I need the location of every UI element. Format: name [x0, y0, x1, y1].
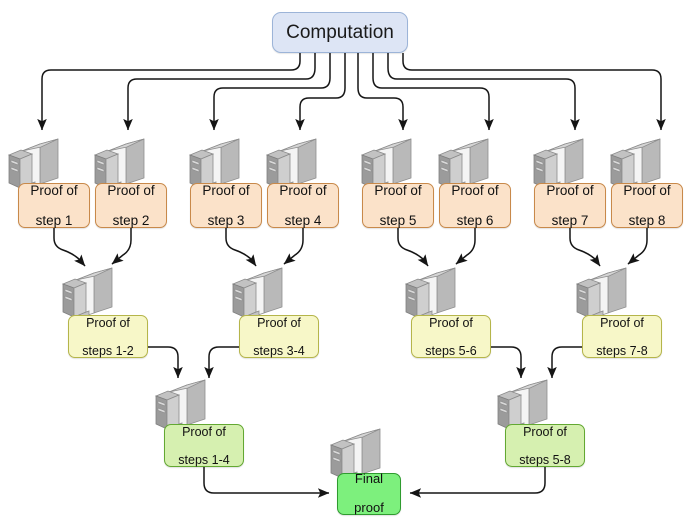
node-proof-step-3[interactable]: Proof of step 3 — [190, 183, 262, 228]
line2: steps 7-8 — [596, 343, 648, 358]
line1: Proof of — [107, 182, 155, 198]
node-proof-step-8[interactable]: Proof of step 8 — [611, 183, 683, 228]
line2: step 6 — [456, 213, 494, 229]
computation-to-steps-edges — [37, 53, 666, 131]
node-proof-step-1[interactable]: Proof of step 1 — [18, 183, 90, 228]
node-computation-label: Computation — [286, 21, 394, 43]
node-proof-steps-7-8[interactable]: Proof of steps 7-8 — [582, 315, 662, 358]
diagram-canvas: Computation Proof of step 1 Proof of ste… — [0, 0, 700, 528]
node-proof-step-6-label: Proof of step 6 — [451, 183, 498, 228]
node-final-proof-label: Final proof — [354, 472, 384, 516]
line1: Proof of — [182, 424, 226, 439]
line2: step 3 — [207, 213, 245, 229]
node-proof-step-4-label: Proof of step 4 — [279, 183, 326, 228]
steps-to-pairs-edges — [53, 228, 648, 267]
node-proof-steps-1-4[interactable]: Proof of steps 1-4 — [164, 424, 244, 467]
line2: step 1 — [35, 213, 73, 229]
line2: step 7 — [551, 213, 589, 229]
node-proof-step-5-label: Proof of step 5 — [374, 183, 421, 228]
node-proof-step-1-label: Proof of step 1 — [30, 183, 77, 228]
line1: Proof of — [451, 182, 499, 198]
line1: Proof of — [257, 315, 301, 330]
node-proof-steps-7-8-label: Proof of steps 7-8 — [596, 316, 647, 358]
pairs-to-quads-edges — [148, 346, 582, 379]
line1: Final — [354, 471, 384, 487]
node-proof-step-6[interactable]: Proof of step 6 — [439, 183, 511, 228]
line2: proof — [354, 500, 384, 516]
node-proof-step-5[interactable]: Proof of step 5 — [362, 183, 434, 228]
line2: step 2 — [112, 213, 150, 229]
line1: Proof of — [30, 182, 78, 198]
line1: Proof of — [546, 182, 594, 198]
node-proof-step-3-label: Proof of step 3 — [202, 183, 249, 228]
line2: steps 5-6 — [425, 343, 477, 358]
line1: Proof of — [374, 182, 422, 198]
line2: step 8 — [628, 213, 666, 229]
node-proof-steps-1-2-label: Proof of steps 1-2 — [82, 316, 133, 358]
node-proof-steps-3-4-label: Proof of steps 3-4 — [253, 316, 304, 358]
line2: step 4 — [284, 213, 322, 229]
line1: Proof of — [600, 315, 644, 330]
line1: Proof of — [86, 315, 130, 330]
node-proof-step-8-label: Proof of step 8 — [623, 183, 670, 228]
node-proof-step-7-label: Proof of step 7 — [546, 183, 593, 228]
node-proof-steps-1-2[interactable]: Proof of steps 1-2 — [68, 315, 148, 358]
line2: steps 3-4 — [253, 343, 305, 358]
node-proof-steps-3-4[interactable]: Proof of steps 3-4 — [239, 315, 319, 358]
line1: Proof of — [523, 424, 567, 439]
line1: Proof of — [279, 182, 327, 198]
node-proof-steps-5-6-label: Proof of steps 5-6 — [425, 316, 476, 358]
node-proof-steps-1-4-label: Proof of steps 1-4 — [178, 425, 229, 467]
node-proof-step-2[interactable]: Proof of step 2 — [95, 183, 167, 228]
line1: Proof of — [623, 182, 671, 198]
node-proof-steps-5-6[interactable]: Proof of steps 5-6 — [411, 315, 491, 358]
node-final-proof[interactable]: Final proof — [337, 472, 401, 516]
line1: Proof of — [202, 182, 250, 198]
edge-layer — [37, 53, 666, 498]
node-proof-step-4[interactable]: Proof of step 4 — [267, 183, 339, 228]
node-proof-steps-5-8-label: Proof of steps 5-8 — [519, 425, 570, 467]
line1: Proof of — [429, 315, 473, 330]
line2: steps 5-8 — [519, 452, 571, 467]
line2: steps 1-2 — [82, 343, 134, 358]
node-computation[interactable]: Computation — [272, 12, 408, 53]
node-proof-steps-5-8[interactable]: Proof of steps 5-8 — [505, 424, 585, 467]
line2: steps 1-4 — [178, 452, 230, 467]
line2: step 5 — [379, 213, 417, 229]
node-proof-step-2-label: Proof of step 2 — [107, 183, 154, 228]
node-proof-step-7[interactable]: Proof of step 7 — [534, 183, 606, 228]
